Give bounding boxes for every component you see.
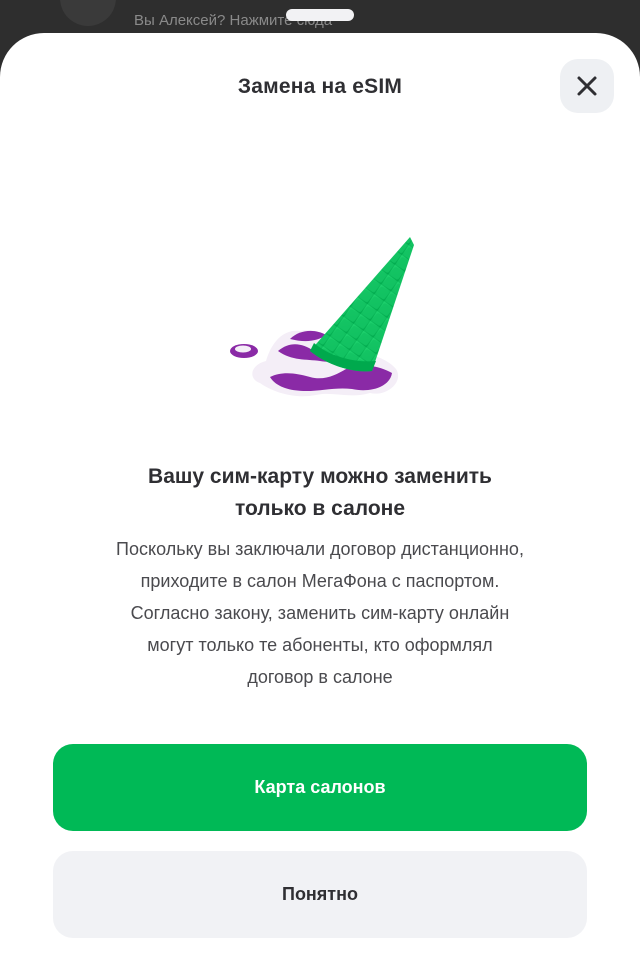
description-line: приходите в салон МегаФона с паспортом. <box>140 571 500 591</box>
description-line: Поскольку вы заключали договор дистанцио… <box>116 539 524 559</box>
headline: Вашу сим-карту можно заменить только в с… <box>60 461 580 525</box>
headline-line: только в салоне <box>234 497 406 520</box>
close-icon <box>577 76 597 96</box>
description-line: могут только те абоненты, кто оформлял <box>147 635 493 655</box>
avatar <box>60 0 116 26</box>
store-map-button[interactable]: Карта салонов <box>53 744 587 831</box>
got-it-button[interactable]: Понятно <box>53 851 587 938</box>
sheet-drag-handle[interactable] <box>286 9 354 21</box>
close-button[interactable] <box>560 59 614 113</box>
description-line: Согласно закону, заменить сим-карту онла… <box>130 603 510 623</box>
headline-line: Вашу сим-карту можно заменить <box>148 465 492 488</box>
bottom-sheet: Замена на eSIM Вашу сим-карту можно заме… <box>0 33 640 976</box>
description-line: договор в салоне <box>247 667 393 687</box>
melted-ice-cream-illustration <box>230 237 414 397</box>
description: Поскольку вы заключали договор дистанцио… <box>40 533 600 693</box>
sheet-title: Замена на eSIM <box>237 75 403 98</box>
